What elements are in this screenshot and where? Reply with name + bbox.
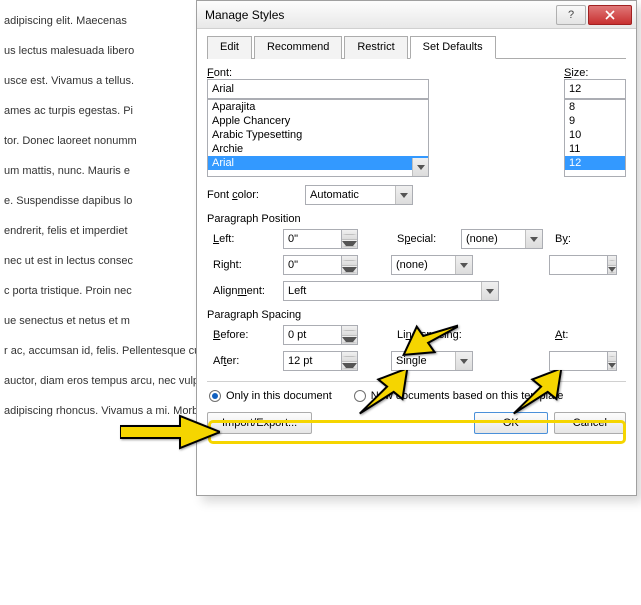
help-icon: ? xyxy=(568,9,574,21)
list-item[interactable]: 8 xyxy=(565,100,625,114)
line-spacing-label: Line spacing: xyxy=(391,329,461,341)
spin-down-icon[interactable] xyxy=(342,266,357,275)
radio-icon xyxy=(209,390,221,402)
list-item[interactable]: 9 xyxy=(565,114,625,128)
spin-up-icon[interactable] xyxy=(342,352,357,362)
radio-only-this-document[interactable]: Only in this document xyxy=(209,390,332,402)
spin-down-icon[interactable] xyxy=(342,240,357,249)
chevron-down-icon xyxy=(481,282,498,300)
list-item[interactable]: 11 xyxy=(565,142,625,156)
spin-up-icon[interactable] xyxy=(608,352,616,362)
list-item[interactable]: Aparajita xyxy=(208,100,428,114)
spin-up-icon[interactable] xyxy=(608,256,616,266)
right-spinner[interactable] xyxy=(283,255,373,275)
list-item[interactable]: Arabic Typesetting xyxy=(208,128,428,142)
chevron-down-icon xyxy=(455,256,472,274)
chevron-down-icon xyxy=(455,352,472,370)
help-button[interactable]: ? xyxy=(556,5,586,25)
close-icon xyxy=(605,10,615,20)
titlebar[interactable]: Manage Styles ? xyxy=(197,1,636,29)
spin-down-icon[interactable] xyxy=(342,336,357,345)
special-value-combo[interactable]: (none) xyxy=(391,255,473,275)
paragraph-position-label: Paragraph Position xyxy=(207,213,626,225)
special-label: Special: xyxy=(391,233,461,245)
list-item[interactable]: Arial xyxy=(208,156,428,170)
special-combo[interactable]: (none) xyxy=(461,229,543,249)
by-spinner[interactable] xyxy=(549,255,613,275)
by-label: By: xyxy=(549,233,613,245)
alignment-label: Alignment: xyxy=(207,285,283,297)
paragraph-spacing-label: Paragraph Spacing xyxy=(207,309,626,321)
left-spinner[interactable] xyxy=(283,229,373,249)
manage-styles-dialog: Manage Styles ? Edit Recommend Restrict … xyxy=(196,0,637,496)
font-color-label: Font color: xyxy=(207,189,305,201)
chevron-down-icon xyxy=(525,230,542,248)
cancel-button[interactable]: Cancel xyxy=(554,412,626,434)
chevron-down-icon xyxy=(395,186,412,204)
font-dropdown-button[interactable] xyxy=(412,158,428,176)
left-label: Left: xyxy=(207,233,283,245)
ok-button[interactable]: OK xyxy=(474,412,548,434)
tab-edit[interactable]: Edit xyxy=(207,36,252,59)
after-label: After: xyxy=(207,355,283,367)
alignment-combo[interactable]: Left xyxy=(283,281,499,301)
at-label: At: xyxy=(549,329,613,341)
spin-up-icon[interactable] xyxy=(342,256,357,266)
tab-recommend[interactable]: Recommend xyxy=(254,36,342,59)
size-listbox[interactable]: 8 9 10 11 12 xyxy=(564,99,626,177)
font-label: Font: xyxy=(207,67,429,79)
tab-restrict[interactable]: Restrict xyxy=(344,36,407,59)
import-export-button[interactable]: Import/Export... xyxy=(207,412,312,434)
tab-set-defaults[interactable]: Set Defaults xyxy=(410,36,496,59)
size-input[interactable] xyxy=(564,79,626,99)
size-label: Size: xyxy=(564,67,626,79)
spin-up-icon[interactable] xyxy=(342,326,357,336)
close-button[interactable] xyxy=(588,5,632,25)
before-spinner[interactable] xyxy=(283,325,373,345)
line-spacing-combo[interactable]: Single xyxy=(391,351,473,371)
radio-icon xyxy=(354,390,366,402)
at-spinner[interactable] xyxy=(549,351,613,371)
font-listbox[interactable]: Aparajita Apple Chancery Arabic Typesett… xyxy=(207,99,429,177)
radio-new-documents[interactable]: New documents based on this template xyxy=(354,390,564,402)
spin-up-icon[interactable] xyxy=(342,230,357,240)
font-input[interactable] xyxy=(207,79,429,99)
after-spinner[interactable] xyxy=(283,351,373,371)
dialog-title: Manage Styles xyxy=(205,8,556,22)
spin-down-icon[interactable] xyxy=(608,266,616,275)
before-label: Before: xyxy=(207,329,283,341)
list-item[interactable]: Apple Chancery xyxy=(208,114,428,128)
list-item[interactable]: Archie xyxy=(208,142,428,156)
list-item[interactable]: 10 xyxy=(565,128,625,142)
list-item[interactable]: 12 xyxy=(565,156,625,170)
right-label: Right: xyxy=(207,259,283,271)
spin-down-icon[interactable] xyxy=(342,362,357,371)
spin-down-icon[interactable] xyxy=(608,362,616,371)
chevron-down-icon xyxy=(417,165,425,170)
font-color-combo[interactable]: Automatic xyxy=(305,185,413,205)
tab-strip: Edit Recommend Restrict Set Defaults xyxy=(207,35,626,59)
